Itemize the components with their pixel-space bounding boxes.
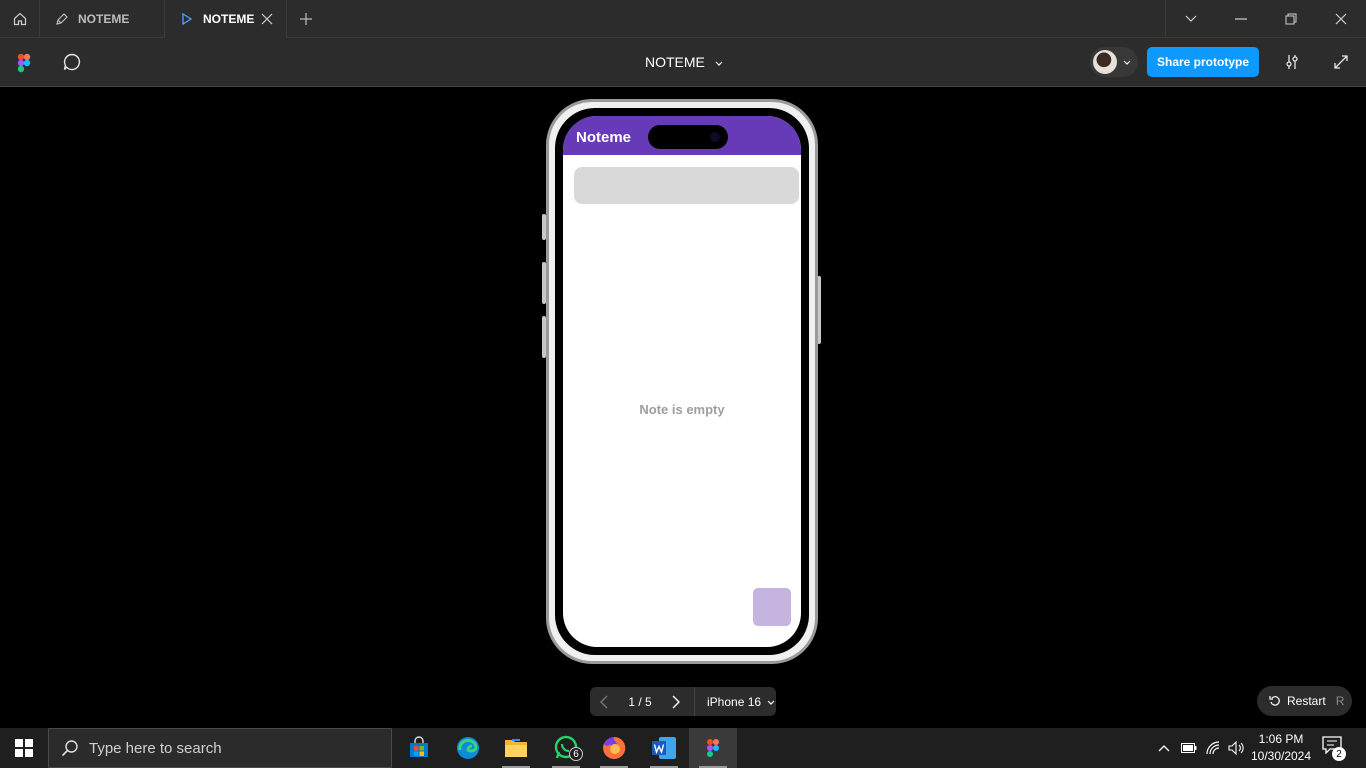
- iphone-frame: Noteme Note is empty: [546, 99, 818, 664]
- device-label: iPhone 16: [707, 694, 762, 709]
- share-prototype-button[interactable]: Share prototype: [1147, 47, 1259, 77]
- microsoft-store-icon[interactable]: [395, 728, 443, 768]
- chevron-right-icon[interactable]: [664, 695, 688, 709]
- search-icon: [61, 739, 79, 757]
- minimize-icon[interactable]: [1216, 0, 1266, 38]
- search-placeholder: Type here to search: [89, 739, 222, 757]
- play-icon: [180, 12, 194, 26]
- volume-icon[interactable]: [1227, 728, 1247, 768]
- tab-bar: NOTEME NOTEME: [0, 0, 1366, 38]
- taskbar-search-box[interactable]: Type here to search: [48, 728, 392, 768]
- home-icon[interactable]: [0, 0, 40, 38]
- restart-shortcut: R: [1335, 694, 1345, 708]
- restart-label: Restart: [1287, 694, 1326, 708]
- edge-browser-icon[interactable]: [444, 728, 492, 768]
- firefox-icon[interactable]: [590, 728, 638, 768]
- clock-time: 1:06 PM: [1258, 732, 1304, 746]
- camera-icon: [710, 132, 720, 142]
- divider: [694, 687, 695, 716]
- tab-label: NOTEME: [78, 12, 130, 26]
- restore-icon[interactable]: [1266, 0, 1316, 38]
- phone-bezel: Noteme Note is empty: [555, 108, 809, 655]
- tab-design-file[interactable]: NOTEME: [40, 0, 165, 38]
- windows-taskbar: Type here to search 6 1:06 PM 10/30/2024…: [0, 728, 1366, 768]
- add-note-button[interactable]: [753, 588, 791, 626]
- chevron-down-icon: [767, 695, 775, 709]
- notification-badge: 2: [1332, 747, 1346, 761]
- restart-button[interactable]: Restart R: [1257, 686, 1352, 716]
- user-menu[interactable]: [1090, 47, 1138, 77]
- empty-state-message: Note is empty: [639, 402, 725, 417]
- word-icon[interactable]: [640, 728, 688, 768]
- dynamic-island: [648, 125, 728, 149]
- whatsapp-icon[interactable]: 6: [542, 728, 590, 768]
- battery-icon[interactable]: [1179, 728, 1199, 768]
- settings-sliders-icon[interactable]: [1282, 52, 1302, 72]
- file-explorer-icon[interactable]: [492, 728, 540, 768]
- figma-app-icon[interactable]: [689, 728, 737, 768]
- project-title[interactable]: NOTEME: [645, 54, 723, 70]
- search-field[interactable]: [574, 167, 799, 204]
- device-selector[interactable]: iPhone 16: [707, 695, 775, 709]
- chevron-down-icon: [1123, 53, 1131, 71]
- tab-label: NOTEME: [203, 12, 255, 26]
- expand-icon[interactable]: [1331, 52, 1351, 72]
- project-title-label: NOTEME: [645, 54, 705, 70]
- system-clock[interactable]: 1:06 PM 10/30/2024: [1248, 731, 1314, 765]
- chevron-left-icon[interactable]: [592, 695, 616, 709]
- tab-prototype[interactable]: NOTEME: [165, 0, 287, 38]
- frame-pager: 1 / 5 iPhone 16: [590, 687, 776, 716]
- restart-icon: [1269, 695, 1281, 707]
- chevron-up-icon[interactable]: [1154, 728, 1174, 768]
- comment-icon[interactable]: [62, 52, 82, 72]
- chevron-down-icon: [715, 54, 723, 70]
- whatsapp-badge: 6: [569, 747, 583, 761]
- notification-center-icon[interactable]: 2: [1322, 736, 1346, 761]
- windows-start-icon[interactable]: [0, 728, 48, 768]
- close-tab-icon[interactable]: [260, 12, 274, 26]
- figma-logo-icon[interactable]: [17, 53, 33, 73]
- pen-icon: [55, 12, 69, 26]
- avatar: [1093, 50, 1117, 74]
- prototype-toolbar: NOTEME Share prototype: [0, 38, 1366, 87]
- close-window-icon[interactable]: [1316, 0, 1366, 38]
- new-tab-icon[interactable]: [296, 9, 316, 29]
- app-title: Noteme: [576, 129, 632, 146]
- window-controls: [1165, 0, 1366, 38]
- app-screen: Noteme Note is empty: [563, 116, 801, 647]
- page-indicator: 1 / 5: [628, 694, 652, 709]
- network-icon[interactable]: [1204, 728, 1224, 768]
- clock-date: 10/30/2024: [1250, 749, 1312, 763]
- chevron-down-icon[interactable]: [1166, 0, 1216, 38]
